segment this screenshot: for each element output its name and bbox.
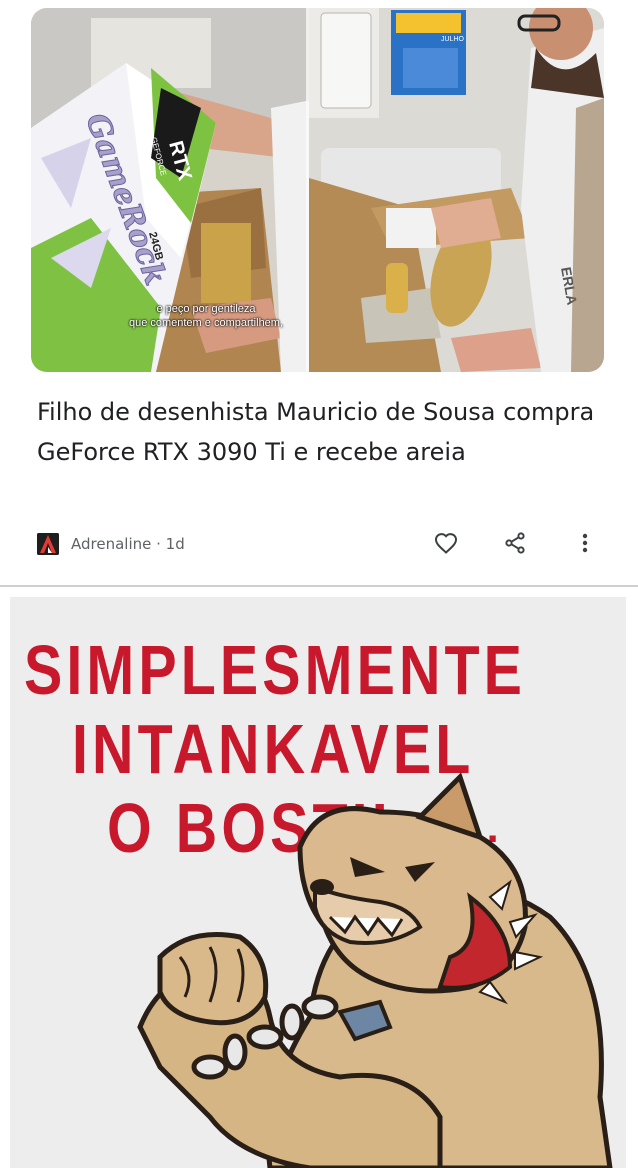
caption-line-1: e peço por gentileza [156,303,256,315]
article-title[interactable]: Filho de desenhista Mauricio de Sousa co… [37,392,597,472]
share-button[interactable] [500,528,530,558]
like-button[interactable] [431,528,461,558]
more-options-button[interactable] [570,528,600,558]
article-thumbnail[interactable]: RTX GEFORCE 24GB GameRock JULHO ERLA e p… [31,8,604,372]
calendar: JULHO [391,10,466,95]
heart-outline-icon [434,533,458,554]
meme-canvas: SIMPLESMENTE INTANKAVEL O BOSTIL ... [10,597,626,1168]
source-logo [37,533,59,555]
meme-image: SIMPLESMENTE INTANKAVEL O BOSTIL ... [0,587,638,1168]
article-meta: Adrenaline · 1d [37,531,185,557]
adrenaline-logo-icon [37,533,59,555]
more-vert-icon [582,533,588,553]
share-icon [505,532,525,554]
video-caption: e peço por gentileza que comentem e comp… [111,302,301,330]
calendar-month: JULHO [441,36,465,43]
caption-line-2: que comentem e compartilhem, [128,317,284,329]
news-card[interactable]: RTX GEFORCE 24GB GameRock JULHO ERLA e p… [0,0,638,585]
muscular-dog-illustration [137,772,613,1168]
source-and-age[interactable]: Adrenaline · 1d [71,535,185,553]
